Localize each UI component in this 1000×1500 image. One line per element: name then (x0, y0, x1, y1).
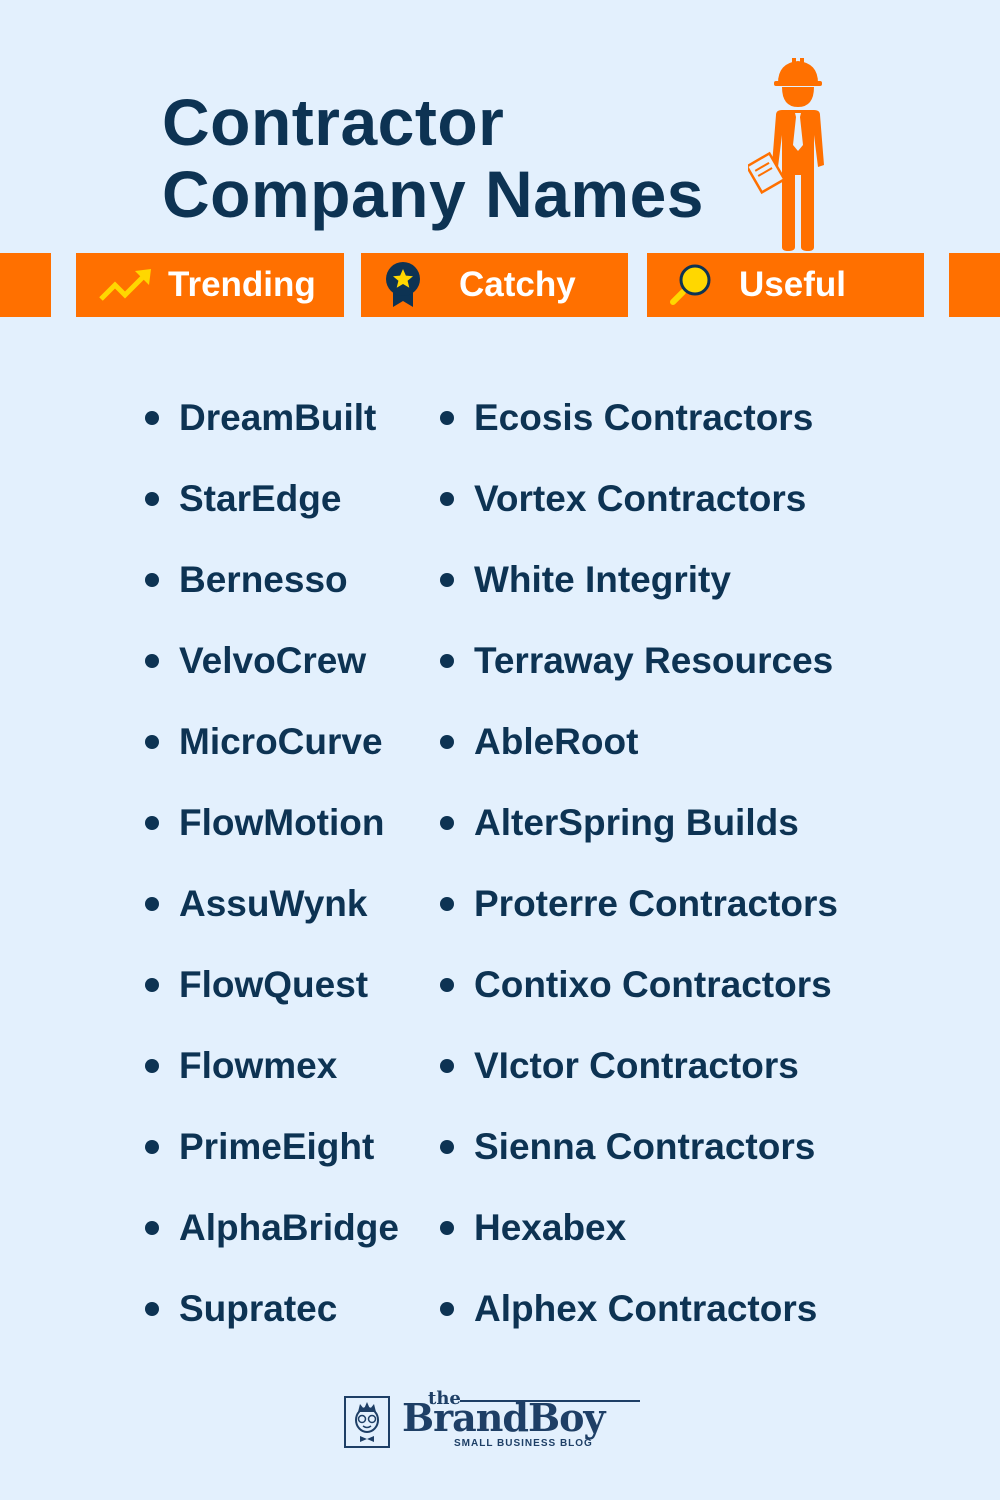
bullet-icon (440, 1059, 454, 1073)
names-list-right: Ecosis Contractors Vortex Contractors Wh… (437, 391, 838, 1363)
decorative-band-left (0, 253, 51, 317)
name-text: Bernesso (179, 559, 348, 600)
decorative-band-right (949, 253, 1000, 317)
bullet-icon (440, 654, 454, 668)
list-item: Bernesso (142, 553, 399, 634)
title-line-2: Company Names (162, 157, 705, 231)
list-item: Alphex Contractors (437, 1282, 838, 1363)
list-item: VelvoCrew (142, 634, 399, 715)
bullet-icon (145, 1221, 159, 1235)
name-text: White Integrity (474, 559, 731, 600)
bullet-icon (145, 816, 159, 830)
title-line-1: Contractor (162, 85, 505, 159)
list-item: Hexabex (437, 1201, 838, 1282)
award-badge-icon (373, 260, 433, 310)
brand-logo: the BrandBoy SMALL BUSINESS BLOG (344, 1388, 644, 1452)
tag-useful-label: Useful (739, 265, 846, 304)
name-text: PrimeEight (179, 1126, 375, 1167)
tag-catchy: Catchy (361, 253, 628, 317)
list-item: AlphaBridge (142, 1201, 399, 1282)
name-text: AssuWynk (179, 883, 368, 924)
name-text: Alphex Contractors (474, 1288, 818, 1329)
bullet-icon (145, 573, 159, 587)
list-item: Contixo Contractors (437, 958, 838, 1039)
logo-tagline: SMALL BUSINESS BLOG (454, 1438, 593, 1449)
name-text: StarEdge (179, 478, 342, 519)
bullet-icon (440, 816, 454, 830)
name-text: Vortex Contractors (474, 478, 807, 519)
bullet-icon (440, 492, 454, 506)
page-title: Contractor Company Names (162, 86, 704, 230)
name-text: Flowmex (179, 1045, 338, 1086)
list-item: Ecosis Contractors (437, 391, 838, 472)
name-text: AlphaBridge (179, 1207, 399, 1248)
name-text: Contixo Contractors (474, 964, 832, 1005)
bullet-icon (440, 735, 454, 749)
bullet-icon (145, 654, 159, 668)
bullet-icon (145, 492, 159, 506)
bullet-icon (440, 1140, 454, 1154)
list-item: AssuWynk (142, 877, 399, 958)
list-item: Supratec (142, 1282, 399, 1363)
list-item: FlowQuest (142, 958, 399, 1039)
contractor-worker-icon (748, 58, 824, 251)
name-text: Terraway Resources (474, 640, 834, 681)
tag-trending: Trending (76, 253, 344, 317)
tag-trending-label: Trending (168, 265, 316, 304)
list-item: AbleRoot (437, 715, 838, 796)
name-text: MicroCurve (179, 721, 383, 762)
logo-brand-name: BrandBoy (402, 1395, 606, 1440)
bullet-icon (145, 978, 159, 992)
name-text: Ecosis Contractors (474, 397, 814, 438)
name-text: Hexabex (474, 1207, 627, 1248)
name-text: VelvoCrew (179, 640, 367, 681)
name-text: Sienna Contractors (474, 1126, 816, 1167)
bullet-icon (440, 897, 454, 911)
name-text: Supratec (179, 1288, 338, 1329)
tag-catchy-label: Catchy (459, 265, 576, 304)
bullet-icon (145, 1140, 159, 1154)
name-text: DreamBuilt (179, 397, 377, 438)
trending-up-icon (96, 260, 156, 310)
list-item: StarEdge (142, 472, 399, 553)
list-item: White Integrity (437, 553, 838, 634)
name-text: AbleRoot (474, 721, 639, 762)
bullet-icon (145, 735, 159, 749)
list-item: PrimeEight (142, 1120, 399, 1201)
list-item: Sienna Contractors (437, 1120, 838, 1201)
list-item: VIctor Contractors (437, 1039, 838, 1120)
list-item: Vortex Contractors (437, 472, 838, 553)
tag-useful: Useful (647, 253, 924, 317)
mascot-icon (344, 1396, 390, 1448)
list-item: MicroCurve (142, 715, 399, 796)
name-text: VIctor Contractors (474, 1045, 799, 1086)
list-item: Proterre Contractors (437, 877, 838, 958)
list-item: FlowMotion (142, 796, 399, 877)
bullet-icon (145, 1059, 159, 1073)
name-text: AlterSpring Builds (474, 802, 799, 843)
bullet-icon (440, 1302, 454, 1316)
name-text: Proterre Contractors (474, 883, 838, 924)
bullet-icon (440, 1221, 454, 1235)
list-item: DreamBuilt (142, 391, 399, 472)
name-text: FlowMotion (179, 802, 385, 843)
magnifier-icon (661, 260, 721, 310)
bullet-icon (145, 897, 159, 911)
bullet-icon (440, 573, 454, 587)
name-text: FlowQuest (179, 964, 369, 1005)
bullet-icon (145, 411, 159, 425)
bullet-icon (440, 411, 454, 425)
bullet-icon (145, 1302, 159, 1316)
list-item: Flowmex (142, 1039, 399, 1120)
list-item: Terraway Resources (437, 634, 838, 715)
bullet-icon (440, 978, 454, 992)
names-list-left: DreamBuilt StarEdge Bernesso VelvoCrew M… (142, 391, 399, 1363)
list-item: AlterSpring Builds (437, 796, 838, 877)
